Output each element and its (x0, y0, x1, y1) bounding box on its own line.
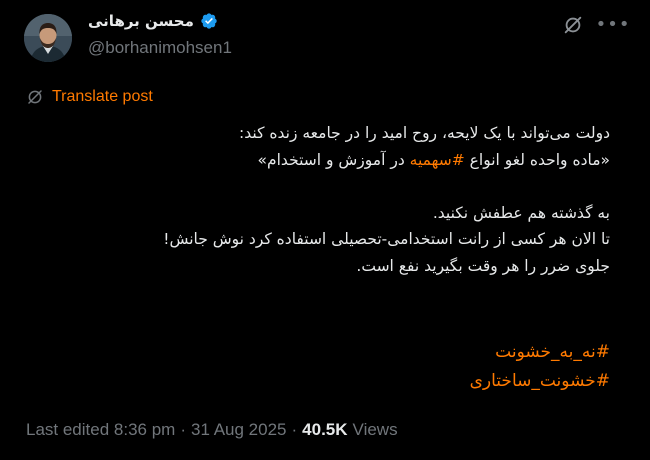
grok-icon[interactable] (562, 14, 584, 36)
views-label: Views (352, 420, 398, 439)
post-line: تا الان هر کسی از رانت استخدامی-تحصیلی ا… (163, 230, 610, 248)
post-line-text: در آموزش و استخدام» (257, 150, 410, 169)
post-line: دولت می‌تواند با یک لایحه، روح امید را د… (239, 124, 610, 142)
hashtag-link[interactable]: #نه_به_خشونت (20, 338, 610, 367)
last-edited-timestamp[interactable]: Last edited 8:36 pm (26, 420, 175, 440)
author-display-name[interactable]: محسن برهانی (88, 12, 194, 30)
post-blank-line (20, 173, 610, 200)
views-count: 40.5K (302, 420, 348, 439)
post-actions: ••• (562, 14, 630, 36)
translate-post-link[interactable]: Translate post (26, 88, 153, 106)
verified-badge-icon (201, 13, 217, 29)
hashtag-link[interactable]: #سهمیه (410, 151, 465, 169)
post-line: جلوی ضرر را هر وقت بگیرید نفع است. (356, 256, 610, 275)
post-text: دولت می‌تواند با یک لایحه، روح امید را د… (20, 120, 610, 279)
translate-post-label: Translate post (52, 88, 153, 105)
post-line-text: «ماده واحده لغو انواع (464, 150, 610, 169)
post-hashtags: #نه_به_خشونت #خشونت_ساختاری (20, 338, 610, 396)
avatar-image (24, 14, 72, 62)
translate-globe-slash-icon (28, 90, 42, 104)
post-line: به گذشته هم عطفش نکنید. (432, 203, 610, 222)
author-handle[interactable]: @borhanimohsen1 (88, 38, 232, 58)
post-line-with-hashtag: «ماده واحده لغو انواع #سهمیه در آموزش و … (20, 147, 610, 174)
avatar[interactable] (24, 14, 72, 62)
meta-separator: · (180, 420, 186, 439)
post-date[interactable]: 31 Aug 2025 (191, 420, 286, 440)
author-name-row: محسن برهانی (88, 12, 218, 30)
more-options-icon[interactable]: ••• (596, 14, 630, 36)
hashtag-link[interactable]: #خشونت_ساختاری (20, 367, 610, 396)
meta-separator: · (291, 420, 298, 439)
post-meta: Last edited 8:36 pm · 31 Aug 2025 · 40.5… (26, 420, 398, 440)
post: محسن برهانی @borhanimohsen1 ••• Translat… (0, 0, 650, 460)
